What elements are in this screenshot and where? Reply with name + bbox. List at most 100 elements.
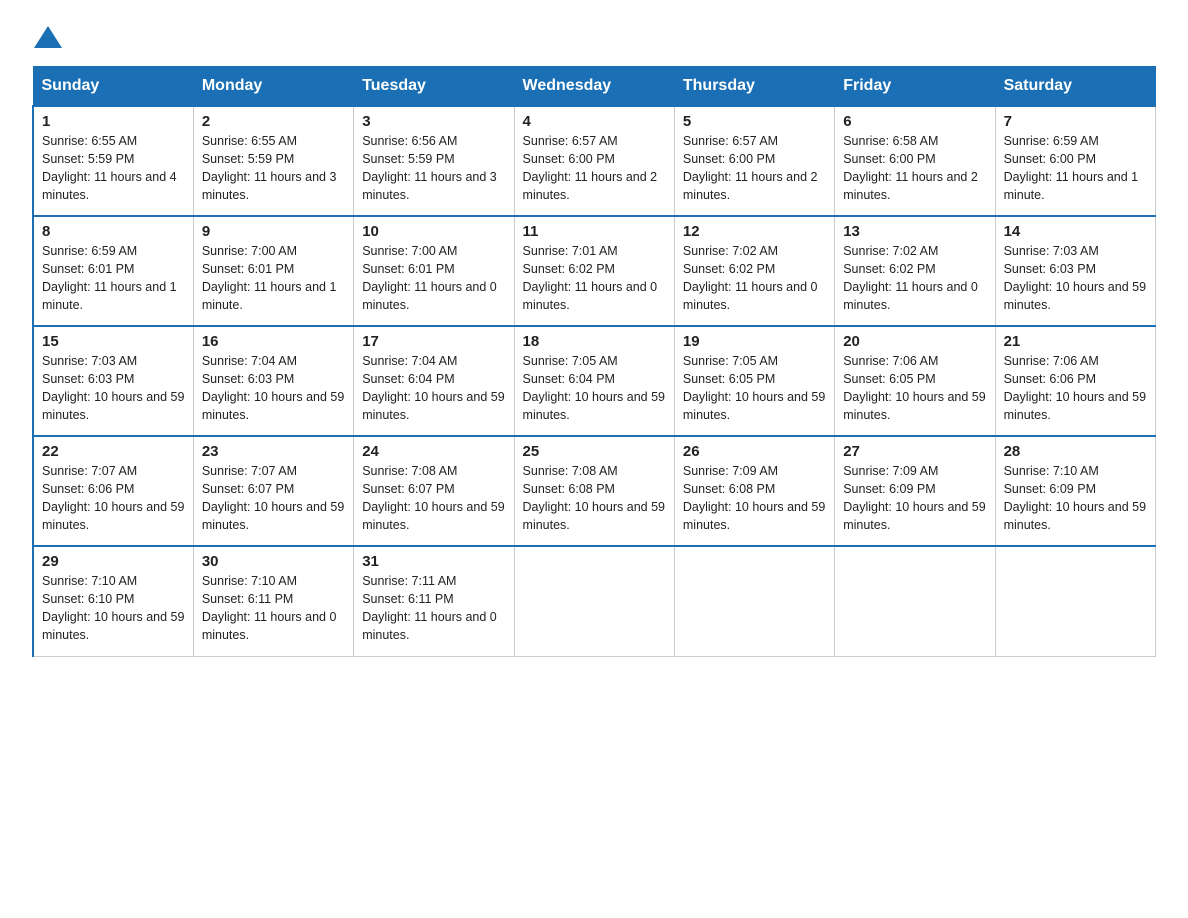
day-number: 14 <box>1004 223 1147 240</box>
calendar-cell: 3 Sunrise: 6:56 AMSunset: 5:59 PMDaylight… <box>354 106 514 216</box>
day-info: Sunrise: 6:57 AMSunset: 6:00 PMDaylight:… <box>683 134 818 202</box>
calendar-table: SundayMondayTuesdayWednesdayThursdayFrid… <box>32 66 1156 657</box>
calendar-cell: 9 Sunrise: 7:00 AMSunset: 6:01 PMDaylight… <box>193 216 353 326</box>
weekday-header-friday: Friday <box>835 67 995 107</box>
day-number: 8 <box>42 223 185 240</box>
calendar-cell: 24 Sunrise: 7:08 AMSunset: 6:07 PMDayligh… <box>354 436 514 546</box>
day-number: 9 <box>202 223 345 240</box>
day-info: Sunrise: 6:59 AMSunset: 6:01 PMDaylight:… <box>42 244 177 312</box>
day-number: 11 <box>523 223 666 240</box>
calendar-cell: 17 Sunrise: 7:04 AMSunset: 6:04 PMDayligh… <box>354 326 514 436</box>
day-number: 4 <box>523 113 666 130</box>
day-number: 12 <box>683 223 826 240</box>
day-info: Sunrise: 7:10 AMSunset: 6:09 PMDaylight:… <box>1004 464 1146 532</box>
day-number: 16 <box>202 333 345 350</box>
day-number: 15 <box>42 333 185 350</box>
calendar-cell: 28Sunrise: 7:10 AMSunset: 6:09 PMDayligh… <box>995 436 1155 546</box>
day-number: 23 <box>202 443 345 460</box>
calendar-cell: 5 Sunrise: 6:57 AMSunset: 6:00 PMDaylight… <box>674 106 834 216</box>
day-number: 18 <box>523 333 666 350</box>
day-info: Sunrise: 7:06 AMSunset: 6:06 PMDaylight:… <box>1004 354 1146 422</box>
calendar-cell: 16 Sunrise: 7:04 AMSunset: 6:03 PMDayligh… <box>193 326 353 436</box>
day-number: 25 <box>523 443 666 460</box>
calendar-cell: 23 Sunrise: 7:07 AMSunset: 6:07 PMDayligh… <box>193 436 353 546</box>
calendar-week-row: 15 Sunrise: 7:03 AMSunset: 6:03 PMDayligh… <box>33 326 1156 436</box>
day-number: 20 <box>843 333 986 350</box>
day-number: 22 <box>42 443 185 460</box>
day-info: Sunrise: 7:08 AMSunset: 6:07 PMDaylight:… <box>362 464 504 532</box>
calendar-cell: 8 Sunrise: 6:59 AMSunset: 6:01 PMDaylight… <box>33 216 193 326</box>
day-number: 2 <box>202 113 345 130</box>
day-info: Sunrise: 7:03 AMSunset: 6:03 PMDaylight:… <box>42 354 184 422</box>
calendar-cell <box>995 546 1155 656</box>
calendar-week-row: 29 Sunrise: 7:10 AMSunset: 6:10 PMDayligh… <box>33 546 1156 656</box>
calendar-cell: 27 Sunrise: 7:09 AMSunset: 6:09 PMDayligh… <box>835 436 995 546</box>
calendar-cell: 1Sunrise: 6:55 AMSunset: 5:59 PMDaylight… <box>33 106 193 216</box>
logo <box>32 24 62 48</box>
day-number: 3 <box>362 113 505 130</box>
calendar-cell: 13 Sunrise: 7:02 AMSunset: 6:02 PMDayligh… <box>835 216 995 326</box>
day-info: Sunrise: 7:05 AMSunset: 6:05 PMDaylight:… <box>683 354 825 422</box>
weekday-header-sunday: Sunday <box>33 67 193 107</box>
day-info: Sunrise: 7:10 AMSunset: 6:10 PMDaylight:… <box>42 574 184 642</box>
day-info: Sunrise: 7:10 AMSunset: 6:11 PMDaylight:… <box>202 574 337 642</box>
calendar-cell: 15 Sunrise: 7:03 AMSunset: 6:03 PMDayligh… <box>33 326 193 436</box>
day-info: Sunrise: 7:00 AMSunset: 6:01 PMDaylight:… <box>362 244 497 312</box>
weekday-header-row: SundayMondayTuesdayWednesdayThursdayFrid… <box>33 67 1156 107</box>
calendar-cell: 6Sunrise: 6:58 AMSunset: 6:00 PMDaylight… <box>835 106 995 216</box>
calendar-cell: 22 Sunrise: 7:07 AMSunset: 6:06 PMDayligh… <box>33 436 193 546</box>
day-info: Sunrise: 7:05 AMSunset: 6:04 PMDaylight:… <box>523 354 665 422</box>
calendar-cell: 2 Sunrise: 6:55 AMSunset: 5:59 PMDaylight… <box>193 106 353 216</box>
page-header <box>32 24 1156 48</box>
day-info: Sunrise: 7:02 AMSunset: 6:02 PMDaylight:… <box>683 244 818 312</box>
day-info: Sunrise: 7:09 AMSunset: 6:09 PMDaylight:… <box>843 464 985 532</box>
day-number: 24 <box>362 443 505 460</box>
calendar-cell: 10 Sunrise: 7:00 AMSunset: 6:01 PMDayligh… <box>354 216 514 326</box>
day-info: Sunrise: 7:09 AMSunset: 6:08 PMDaylight:… <box>683 464 825 532</box>
day-number: 19 <box>683 333 826 350</box>
day-number: 10 <box>362 223 505 240</box>
day-info: Sunrise: 6:55 AMSunset: 5:59 PMDaylight:… <box>42 134 177 202</box>
day-info: Sunrise: 7:00 AMSunset: 6:01 PMDaylight:… <box>202 244 337 312</box>
day-number: 21 <box>1004 333 1147 350</box>
day-number: 13 <box>843 223 986 240</box>
calendar-cell: 20 Sunrise: 7:06 AMSunset: 6:05 PMDayligh… <box>835 326 995 436</box>
day-info: Sunrise: 7:04 AMSunset: 6:03 PMDaylight:… <box>202 354 344 422</box>
day-info: Sunrise: 6:59 AMSunset: 6:00 PMDaylight:… <box>1004 134 1139 202</box>
calendar-cell: 30 Sunrise: 7:10 AMSunset: 6:11 PMDayligh… <box>193 546 353 656</box>
day-info: Sunrise: 7:08 AMSunset: 6:08 PMDaylight:… <box>523 464 665 532</box>
day-info: Sunrise: 6:55 AMSunset: 5:59 PMDaylight:… <box>202 134 337 202</box>
calendar-cell: 14Sunrise: 7:03 AMSunset: 6:03 PMDayligh… <box>995 216 1155 326</box>
calendar-cell <box>835 546 995 656</box>
calendar-cell: 7 Sunrise: 6:59 AMSunset: 6:00 PMDaylight… <box>995 106 1155 216</box>
day-number: 31 <box>362 553 505 570</box>
weekday-header-tuesday: Tuesday <box>354 67 514 107</box>
calendar-cell: 11 Sunrise: 7:01 AMSunset: 6:02 PMDayligh… <box>514 216 674 326</box>
day-number: 29 <box>42 553 185 570</box>
day-info: Sunrise: 7:04 AMSunset: 6:04 PMDaylight:… <box>362 354 504 422</box>
day-info: Sunrise: 7:07 AMSunset: 6:07 PMDaylight:… <box>202 464 344 532</box>
weekday-header-wednesday: Wednesday <box>514 67 674 107</box>
day-number: 26 <box>683 443 826 460</box>
day-info: Sunrise: 7:01 AMSunset: 6:02 PMDaylight:… <box>523 244 658 312</box>
calendar-cell: 19 Sunrise: 7:05 AMSunset: 6:05 PMDayligh… <box>674 326 834 436</box>
day-info: Sunrise: 6:56 AMSunset: 5:59 PMDaylight:… <box>362 134 497 202</box>
calendar-cell: 25 Sunrise: 7:08 AMSunset: 6:08 PMDayligh… <box>514 436 674 546</box>
calendar-cell: 4 Sunrise: 6:57 AMSunset: 6:00 PMDaylight… <box>514 106 674 216</box>
day-info: Sunrise: 7:06 AMSunset: 6:05 PMDaylight:… <box>843 354 985 422</box>
day-number: 17 <box>362 333 505 350</box>
day-number: 5 <box>683 113 826 130</box>
calendar-cell: 29 Sunrise: 7:10 AMSunset: 6:10 PMDayligh… <box>33 546 193 656</box>
day-number: 30 <box>202 553 345 570</box>
calendar-cell: 21 Sunrise: 7:06 AMSunset: 6:06 PMDayligh… <box>995 326 1155 436</box>
logo-triangle-icon <box>34 26 62 48</box>
day-info: Sunrise: 7:07 AMSunset: 6:06 PMDaylight:… <box>42 464 184 532</box>
calendar-cell: 12 Sunrise: 7:02 AMSunset: 6:02 PMDayligh… <box>674 216 834 326</box>
day-number: 7 <box>1004 113 1147 130</box>
day-info: Sunrise: 6:58 AMSunset: 6:00 PMDaylight:… <box>843 134 978 202</box>
day-number: 27 <box>843 443 986 460</box>
day-info: Sunrise: 7:11 AMSunset: 6:11 PMDaylight:… <box>362 574 497 642</box>
calendar-cell <box>674 546 834 656</box>
day-info: Sunrise: 6:57 AMSunset: 6:00 PMDaylight:… <box>523 134 658 202</box>
day-info: Sunrise: 7:02 AMSunset: 6:02 PMDaylight:… <box>843 244 978 312</box>
